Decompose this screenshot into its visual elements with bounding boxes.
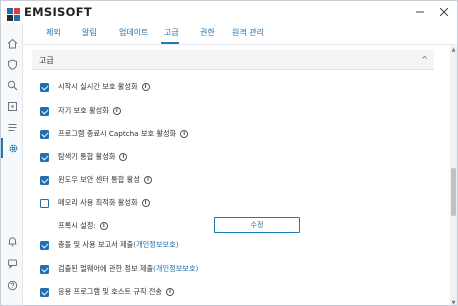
scroll-thumb[interactable]: [451, 168, 456, 216]
sidebar: [1, 23, 23, 305]
option-label: 응용 프로그램 및 호스트 규칙 전송: [58, 287, 162, 296]
brand-logo: EMSISOFT: [7, 5, 93, 21]
search-icon: [7, 80, 17, 90]
option-security-center-integration[interactable]: 윈도우 보안 센터 통합 활성 i: [40, 173, 152, 187]
option-label: 탐색기 통합 활성화: [58, 152, 116, 161]
tab-updates[interactable]: 업데이트: [119, 27, 148, 38]
proxy-edit-button[interactable]: 수정: [214, 217, 300, 233]
option-self-protection[interactable]: 자기 보호 활성화 i: [40, 104, 121, 118]
chat-icon: [7, 259, 17, 269]
info-icon[interactable]: i: [112, 107, 121, 115]
option-label: 충돌 및 사용 보고서 제출: [58, 240, 134, 249]
sidebar-item-notifications[interactable]: [1, 231, 23, 251]
sidebar-item-logs[interactable]: [1, 117, 23, 137]
tab-remote-management[interactable]: 원격 관리: [232, 27, 264, 38]
settings-tabs: 제외 알림 업데이트 고급 권한 원격 관리: [24, 23, 457, 45]
tab-exclusions[interactable]: 제외: [46, 27, 61, 38]
settings-content: 고급 ^ 시작시 실시간 보호 활성화 i 자기 보호 활성화 i 프로그램 종…: [24, 46, 448, 305]
minimize-icon: [416, 11, 424, 13]
option-label: 시작시 실시간 보호 활성화: [58, 82, 138, 91]
bell-icon: [8, 236, 16, 246]
tab-notifications[interactable]: 알림: [82, 27, 97, 38]
sidebar-item-quarantine[interactable]: [1, 96, 23, 116]
chevron-up-icon: ^: [421, 55, 428, 64]
checkbox[interactable]: [40, 152, 49, 162]
checkbox[interactable]: [40, 82, 49, 92]
sidebar-item-help[interactable]: [1, 275, 23, 295]
option-label: 메모리 사용 최적화 활성화: [58, 198, 138, 207]
privacy-link[interactable]: (개인정보보호): [133, 240, 178, 250]
checkbox[interactable]: [40, 106, 49, 116]
option-crash-reports[interactable]: 충돌 및 사용 보고서 제출 (개인정보보호): [40, 238, 179, 252]
info-icon[interactable]: i: [141, 199, 150, 207]
tab-permissions[interactable]: 권한: [200, 27, 215, 38]
scroll-down-icon[interactable]: ▼: [450, 299, 457, 305]
sidebar-item-home[interactable]: [1, 33, 23, 53]
option-explorer-integration[interactable]: 탐색기 통합 활성화 i: [40, 150, 128, 164]
checkbox[interactable]: [40, 240, 49, 250]
info-icon[interactable]: i: [99, 222, 108, 230]
app-window: EMSISOFT 제외 알림 업데이트 고급 권한 원격 관리 고급 ^ 시작시…: [0, 0, 458, 306]
shield-icon: [7, 58, 17, 70]
info-icon[interactable]: i: [119, 153, 128, 161]
checkbox[interactable]: [40, 129, 49, 139]
option-label: 프로그램 종료시 Captcha 보호 활성화: [58, 129, 177, 138]
sidebar-item-settings[interactable]: [1, 138, 23, 158]
option-label: 윈도우 보안 센터 통합 활성: [58, 175, 140, 184]
help-icon: [7, 280, 17, 290]
close-icon: [440, 8, 448, 16]
section-header[interactable]: 고급 ^: [32, 50, 434, 70]
sidebar-item-support[interactable]: [1, 253, 23, 273]
proxy-label: 프록시 설정:: [58, 221, 96, 230]
sidebar-item-protection[interactable]: [1, 54, 23, 74]
privacy-link[interactable]: (개인정보보호): [153, 264, 198, 274]
vertical-scrollbar[interactable]: ▲ ▼: [450, 46, 457, 305]
home-icon: [7, 38, 17, 48]
option-captcha-protection[interactable]: 프로그램 종료시 Captcha 보호 활성화 i: [40, 127, 189, 141]
active-tab-indicator: [161, 42, 179, 44]
checkbox[interactable]: [40, 287, 49, 297]
proxy-setting: 프록시 설정: i: [58, 219, 108, 233]
option-label: 자기 보호 활성화: [58, 106, 109, 115]
tab-advanced[interactable]: 고급: [164, 27, 179, 38]
checkbox[interactable]: [40, 175, 49, 185]
title-bar: EMSISOFT: [1, 1, 457, 23]
info-icon[interactable]: i: [141, 83, 150, 91]
option-malware-info[interactable]: 검출된 멀웨어에 관한 정보 제출 (개인정보보호): [40, 262, 198, 276]
info-icon[interactable]: i: [180, 130, 189, 138]
checkbox[interactable]: [40, 264, 49, 274]
emsisoft-logo-icon: [7, 6, 20, 21]
close-button[interactable]: [433, 1, 455, 23]
minimize-button[interactable]: [409, 1, 431, 23]
logs-icon: [8, 123, 16, 131]
checkbox[interactable]: [40, 198, 49, 208]
option-realtime-protection[interactable]: 시작시 실시간 보호 활성화 i: [40, 80, 150, 94]
option-host-rules[interactable]: 응용 프로그램 및 호스트 규칙 전송 i: [40, 285, 174, 299]
scroll-up-icon[interactable]: ▲: [450, 46, 457, 54]
info-icon[interactable]: i: [166, 288, 174, 296]
section-title: 고급: [39, 56, 54, 65]
brand-name: EMSISOFT: [24, 5, 93, 19]
option-label: 검출된 멀웨어에 관한 정보 제출: [58, 264, 154, 273]
quarantine-icon: [7, 101, 17, 111]
gear-icon: [9, 144, 17, 152]
sidebar-item-scan[interactable]: [1, 75, 23, 95]
info-icon[interactable]: i: [143, 176, 152, 184]
option-memory-optimization[interactable]: 메모리 사용 최적화 활성화 i: [40, 196, 150, 210]
